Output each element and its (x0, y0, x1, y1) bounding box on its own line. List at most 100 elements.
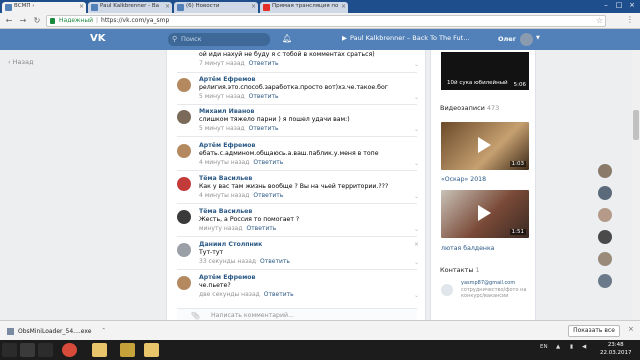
vk-favicon-icon (91, 4, 98, 11)
forward-icon[interactable]: → (18, 16, 28, 26)
search-placeholder: Поиск (181, 35, 202, 43)
tab-vsmp[interactable]: ВСМП › × (2, 2, 86, 13)
videos-section-header[interactable]: Видеозаписи 473 (440, 104, 499, 112)
divider (177, 136, 417, 137)
back-icon[interactable]: ← (4, 16, 14, 26)
scrollbar-thumb[interactable] (633, 110, 639, 140)
tray-arrow-icon[interactable]: ▲ (556, 344, 560, 350)
delete-comment-icon[interactable]: × (414, 241, 419, 248)
tab-close-icon[interactable]: × (79, 3, 84, 10)
close-window-icon[interactable]: × (626, 1, 638, 9)
commenter-avatar[interactable] (177, 210, 191, 224)
commenter-name[interactable]: Артём Ефремов (199, 142, 419, 150)
comment-text: религия.это.способ.заработка.просто вот)… (199, 84, 388, 91)
chat-avatar[interactable] (598, 164, 612, 178)
video-caption[interactable]: «Оскар» 2018 (441, 176, 486, 183)
contact-email[interactable]: yasmp87@gmail.com (461, 280, 515, 286)
chat-avatar[interactable] (598, 208, 612, 222)
browser-menu-icon[interactable]: ⋮ (626, 15, 634, 24)
video-thumbnail[interactable]: 10й сука юбилейный 5:06 (441, 52, 529, 90)
maximize-icon[interactable]: □ (613, 1, 625, 9)
comment-body: Тёма Васильев Как у вас там жизнь вообще… (199, 175, 419, 200)
commenter-name[interactable]: Тёма Васильев (199, 175, 419, 183)
video-thumbnail[interactable]: 1:03 (441, 122, 529, 170)
reply-link[interactable]: Ответить (253, 192, 283, 199)
tab-close-icon[interactable]: × (165, 3, 170, 10)
comment-text: слишком тяжело парни ) я пошел удачи вам… (199, 116, 350, 123)
reply-link[interactable]: Ответить (249, 125, 279, 132)
obs-app-icon[interactable] (20, 343, 35, 357)
commenter-avatar[interactable] (177, 177, 191, 191)
chat-avatar[interactable] (598, 252, 612, 266)
commenter-avatar[interactable] (177, 144, 191, 158)
tab-paul-kalkbrenner[interactable]: Paul Kalkbrenner - Ba × (88, 2, 172, 13)
close-download-bar-icon[interactable]: × (628, 325, 634, 333)
folder-icon[interactable] (120, 343, 135, 357)
file-explorer-icon[interactable] (92, 343, 107, 357)
reply-link[interactable]: Ответить (246, 225, 276, 232)
notifications-bell-icon[interactable]: 🔔︎ (282, 34, 292, 43)
play-icon[interactable] (478, 205, 491, 221)
system-clock[interactable]: 23:48 22.03.2017 (600, 342, 632, 357)
commenter-avatar[interactable] (177, 243, 191, 257)
commenter-avatar[interactable] (177, 276, 191, 290)
minimize-icon[interactable]: – (600, 1, 612, 9)
reload-icon[interactable]: ↻ (32, 16, 42, 26)
bookmark-star-icon[interactable]: ☆ (596, 16, 603, 25)
comment-body: Даниил Столпник Тут-тут 33 секунды назад… (199, 241, 419, 266)
reply-link[interactable]: Ответить (264, 291, 294, 298)
reply-link[interactable]: Ответить (253, 159, 283, 166)
comment-body: Артём Ефремов че.пьете? две секунды наза… (199, 274, 419, 299)
volume-icon[interactable]: ◀ (582, 344, 586, 350)
commenter-avatar[interactable] (177, 78, 191, 92)
commenter-name[interactable]: Артём Ефремов (199, 274, 419, 282)
chat-avatar[interactable] (598, 230, 612, 244)
commenter-name[interactable]: Даниил Столпник (199, 241, 419, 249)
chat-avatar[interactable] (598, 186, 612, 200)
commenter-avatar[interactable] (177, 110, 191, 124)
search-input[interactable]: ⚲ Поиск (168, 33, 270, 46)
commenter-name[interactable]: Михаил Иванов (199, 108, 419, 116)
video-thumbnail[interactable]: 1:51 (441, 190, 529, 238)
videos-label: Видеозаписи (440, 104, 485, 112)
tab-news[interactable]: (6) Новости × (174, 2, 258, 13)
video-caption[interactable]: лютая балденка (441, 245, 494, 252)
comment-input[interactable]: 📎︎ Написать комментарий... (177, 308, 417, 320)
network-icon[interactable]: ▮ (570, 344, 573, 350)
chat-avatar[interactable] (598, 274, 612, 288)
language-indicator[interactable]: EN (540, 344, 548, 350)
tab-live-stream[interactable]: Прямая трансляция по × (260, 2, 348, 13)
commenter-name[interactable]: Тёма Васильев (199, 208, 419, 216)
play-icon[interactable] (478, 137, 491, 153)
play-icon[interactable]: ▶ (342, 34, 347, 42)
page-scrollbar[interactable] (632, 50, 640, 320)
lock-icon (50, 18, 55, 24)
reply-link[interactable]: Ответить (249, 60, 279, 67)
audio-player[interactable]: ▶ Paul Kalkbrenner – Back To The Fut… (342, 34, 470, 42)
download-item[interactable]: ObsMiniLoader_54....exe ⌃ (6, 325, 106, 338)
contacts-section-header[interactable]: Контакты 1 (440, 266, 480, 274)
chevron-up-icon[interactable]: ⌃ (101, 325, 106, 338)
app-icon[interactable] (144, 343, 159, 357)
comment-time: 4 минуты назад (199, 159, 250, 166)
user-name[interactable]: Олег (498, 35, 516, 43)
address-bar[interactable]: Надежный | https://vk.com/ya_smp (46, 15, 606, 27)
clock-time: 23:48 (607, 342, 624, 348)
url-separator: | (96, 17, 99, 24)
attach-icon[interactable]: 📎︎ (191, 309, 200, 320)
chrome-icon[interactable] (62, 343, 77, 357)
contact-description: сотрудничество/фото на конкурс/вакансии (461, 286, 527, 300)
windows-start-icon[interactable] (2, 343, 17, 357)
chevron-down-icon[interactable]: ▼ (536, 35, 540, 41)
show-all-downloads-button[interactable]: Показать все (568, 325, 620, 337)
reply-link[interactable]: Ответить (249, 93, 279, 100)
reply-link[interactable]: Ответить (260, 258, 290, 265)
app-icon[interactable] (38, 343, 53, 357)
tab-close-icon[interactable]: × (251, 3, 256, 10)
commenter-name[interactable]: Артём Ефремов (199, 76, 419, 84)
comment-body: Михаил Иванов слишком тяжело парни ) я п… (199, 108, 419, 133)
tab-close-icon[interactable]: × (341, 3, 346, 10)
back-link[interactable]: ‹ Назад (8, 58, 33, 66)
user-avatar[interactable] (520, 33, 533, 46)
vk-logo[interactable]: VK (90, 33, 106, 44)
